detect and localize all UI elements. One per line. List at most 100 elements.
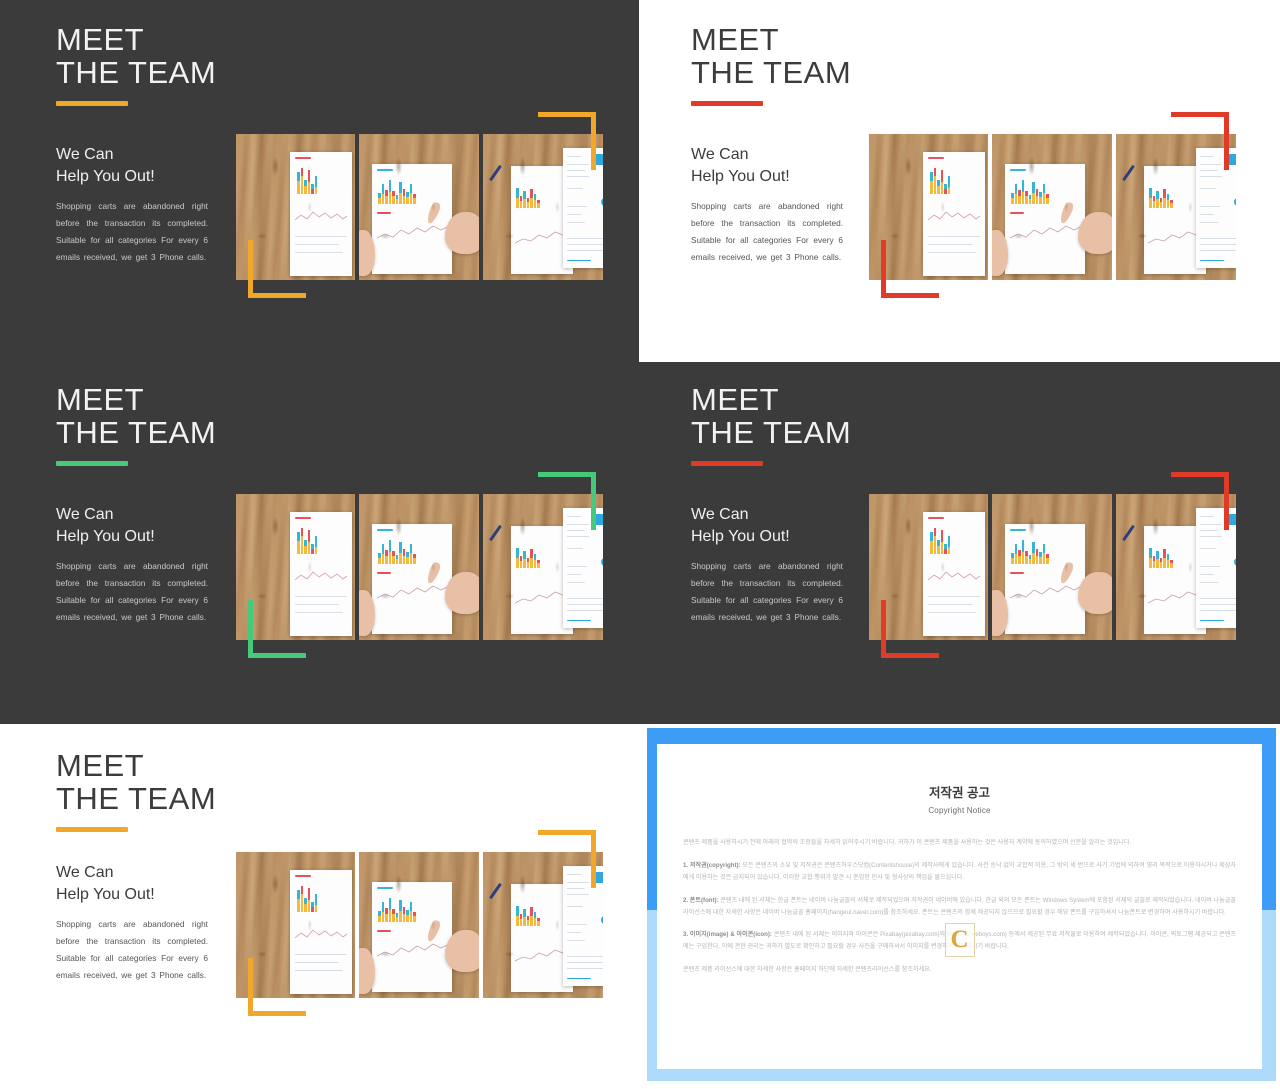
sheet-label-secondary xyxy=(1010,212,1024,214)
hand-pointing xyxy=(1078,212,1112,254)
hand-pointing xyxy=(445,212,479,254)
slide-1-inner: MEET THE TEAM We Can Help You Out! Shopp… xyxy=(4,4,635,358)
copyright-section-2-label: 2. 폰트(font): xyxy=(683,896,719,904)
slide-4-inner: MEET THE TEAM We Can Help You Out! Shopp… xyxy=(643,366,1276,720)
document-header-band xyxy=(1228,154,1236,165)
line-chart xyxy=(1010,585,1080,599)
body-paragraph: Shopping carts are abandoned right befor… xyxy=(56,201,208,263)
slide-5-inner: MEET THE TEAM We Can Help You Out! Shopp… xyxy=(4,728,635,1085)
bar-chart xyxy=(930,526,950,554)
line-chart xyxy=(295,929,347,939)
photo-hand-pointing-chart[interactable] xyxy=(359,134,479,280)
slide-3-copy: We Can Help You Out! Shopping carts are … xyxy=(56,504,208,626)
line-chart xyxy=(295,211,347,221)
line-chart xyxy=(1148,230,1202,244)
line-chart xyxy=(515,948,569,962)
bracket-bottom-left xyxy=(881,240,939,298)
sheet-label-secondary xyxy=(377,212,391,214)
hand-pointing xyxy=(445,572,479,614)
title-accent-rule xyxy=(691,100,763,106)
photo-hand-pointing-chart[interactable] xyxy=(359,494,479,640)
pen-icon xyxy=(489,164,502,182)
document-badge xyxy=(1234,558,1236,566)
sheet-label-secondary xyxy=(377,572,391,574)
slide-2-heading: MEET THE TEAM xyxy=(691,23,851,106)
bar-chart xyxy=(378,538,416,564)
bracket-top-right xyxy=(1171,472,1229,530)
sheet-label-secondary xyxy=(1010,572,1024,574)
pen-icon xyxy=(1122,524,1135,542)
sheet-label xyxy=(1010,529,1026,531)
slide-3[interactable]: MEET THE TEAM We Can Help You Out! Shopp… xyxy=(0,362,639,724)
subheading: We Can Help You Out! xyxy=(56,146,155,185)
chart-sheet xyxy=(372,524,452,634)
slide-5-heading: MEET THE TEAM xyxy=(56,749,216,832)
body-paragraph: Shopping carts are abandoned right befor… xyxy=(56,561,208,623)
chart-sheet xyxy=(372,882,452,992)
subheading: We Can Help You Out! xyxy=(691,506,790,545)
line-chart xyxy=(377,225,447,239)
line-chart xyxy=(928,211,980,221)
slide-2[interactable]: MEET THE TEAM We Can Help You Out! Shopp… xyxy=(639,0,1280,362)
document-header-band xyxy=(595,514,603,525)
hand-pointing xyxy=(445,930,479,972)
photo-hand-pointing-chart[interactable] xyxy=(992,134,1112,280)
bar-chart xyxy=(1011,178,1049,204)
sheet-label-secondary xyxy=(377,930,391,932)
title-accent-rule xyxy=(56,460,128,466)
chart-sheet xyxy=(1005,164,1085,274)
bar-chart xyxy=(297,884,317,912)
bracket-bottom-left xyxy=(248,958,306,1016)
line-chart xyxy=(515,230,569,244)
sheet-label xyxy=(377,169,393,171)
slide-4-heading: MEET THE TEAM xyxy=(691,382,852,466)
slide-copyright[interactable]: 저작권 공고 Copyright Notice C 콘텐츠 제품을 사용하시기 … xyxy=(639,724,1280,1089)
photo-hand-pointing-chart[interactable] xyxy=(359,852,479,998)
bar-chart xyxy=(378,896,416,922)
line-chart xyxy=(295,571,347,581)
photo-hand-pointing-chart[interactable] xyxy=(992,494,1112,640)
bracket-top-right xyxy=(538,112,596,170)
subheading: We Can Help You Out! xyxy=(56,506,155,545)
copyright-intro: 콘텐츠 제품을 사용하시기 전에 아래의 협약의 조항들을 자세히 읽어주시기 … xyxy=(683,839,1132,846)
line-chart xyxy=(377,943,447,957)
bar-chart xyxy=(516,544,540,568)
bracket-top-right xyxy=(538,830,596,888)
copyright-body: C 콘텐츠 제품을 사용하시기 전에 아래의 협약의 조항들을 자세히 읽어주시… xyxy=(683,837,1236,976)
page-title: MEET THE TEAM xyxy=(56,382,217,450)
chart-sheet xyxy=(1005,524,1085,634)
title-accent-rule xyxy=(56,826,128,832)
bar-chart xyxy=(1011,538,1049,564)
page-title: MEET THE TEAM xyxy=(691,382,852,450)
hand-pointing xyxy=(1078,572,1112,614)
slide-5-copy: We Can Help You Out! Shopping carts are … xyxy=(56,862,208,984)
copyright-section-1: 1. 저작권(copyright): 모든 콘텐츠의 소유 및 저작권은 콘텐츠… xyxy=(683,860,1236,884)
slide-4[interactable]: MEET THE TEAM We Can Help You Out! Shopp… xyxy=(639,362,1280,724)
copyright-card: 저작권 공고 Copyright Notice C 콘텐츠 제품을 사용하시기 … xyxy=(657,744,1262,1069)
document-badge xyxy=(601,916,603,924)
sheet-label xyxy=(377,529,393,531)
slide-1-heading: MEET THE TEAM xyxy=(56,22,217,106)
copyright-outro: 콘텐츠 제품 라이선스에 대한 자세한 사항은 홈페이지 하단에 자세한 콘텐츠… xyxy=(683,966,932,974)
slide-1[interactable]: MEET THE TEAM We Can Help You Out! Shopp… xyxy=(0,0,639,362)
bracket-bottom-left xyxy=(248,240,306,298)
pen-icon xyxy=(489,524,502,542)
slide-3-heading: MEET THE TEAM xyxy=(56,382,217,466)
pen-icon xyxy=(1122,164,1135,182)
body-paragraph: Shopping carts are abandoned right befor… xyxy=(691,201,843,263)
slide-2-inner: MEET THE TEAM We Can Help You Out! Shopp… xyxy=(643,4,1276,358)
subheading: We Can Help You Out! xyxy=(691,146,790,185)
title-accent-rule xyxy=(56,100,128,106)
sheet-label xyxy=(928,157,944,159)
page-title: MEET THE TEAM xyxy=(56,22,217,90)
line-chart xyxy=(515,590,569,604)
slide-4-copy: We Can Help You Out! Shopping carts are … xyxy=(691,504,843,626)
bar-chart xyxy=(297,526,317,554)
bracket-top-right xyxy=(538,472,596,530)
slide-5[interactable]: MEET THE TEAM We Can Help You Out! Shopp… xyxy=(0,724,639,1089)
slide-2-copy: We Can Help You Out! Shopping carts are … xyxy=(691,144,843,266)
copyright-section-2: 2. 폰트(font): 콘텐츠 내에 된 서체는 한글 폰트는 네이버 나눔글… xyxy=(683,895,1236,919)
body-paragraph: Shopping carts are abandoned right befor… xyxy=(56,919,208,981)
line-chart xyxy=(1148,590,1202,604)
bar-chart xyxy=(1149,544,1173,568)
